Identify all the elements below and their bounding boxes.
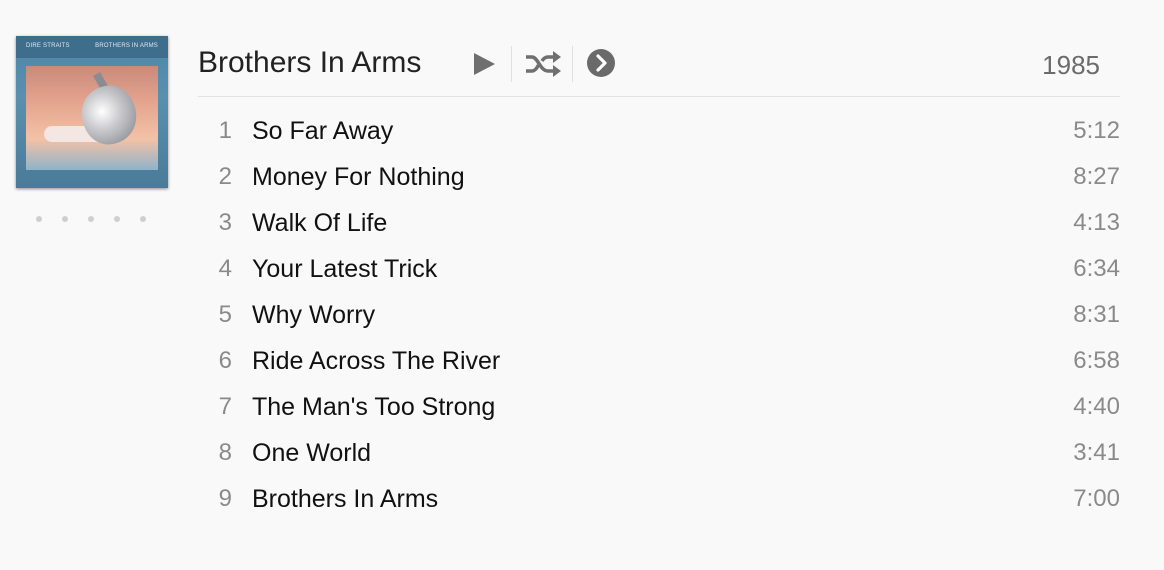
separator — [511, 46, 512, 82]
track-title: Your Latest Trick — [252, 255, 438, 283]
track-title: Walk Of Life — [252, 209, 388, 237]
track-title: One World — [252, 439, 372, 467]
track-row[interactable]: 9 Brothers In Arms 7:00 — [198, 478, 1120, 524]
rating-stars[interactable] — [36, 216, 146, 222]
track-row[interactable]: 3 Walk Of Life 4:13 — [198, 202, 1120, 248]
track-duration: 4:13 — [1073, 209, 1120, 236]
track-row[interactable]: 1 So Far Away 5:12 — [198, 110, 1120, 156]
track-row[interactable]: 7 The Man's Too Strong 4:40 — [198, 386, 1120, 432]
rating-star-2[interactable] — [62, 216, 68, 222]
track-row[interactable]: 6 Ride Across The River 6:58 — [198, 340, 1120, 386]
track-duration: 7:00 — [1073, 485, 1120, 512]
track-duration: 6:58 — [1073, 347, 1120, 374]
play-icon — [474, 53, 495, 75]
album-year: 1985 — [1042, 50, 1100, 80]
rating-star-3[interactable] — [88, 216, 94, 222]
track-number: 2 — [218, 163, 232, 190]
track-number: 4 — [218, 255, 232, 282]
shuffle-icon — [526, 51, 561, 77]
separator — [572, 46, 573, 82]
track-title: So Far Away — [252, 117, 394, 145]
rating-star-4[interactable] — [114, 216, 120, 222]
album-header: Brothers In Arms 1985 — [198, 36, 1120, 97]
track-number: 9 — [218, 485, 232, 512]
track-duration: 6:34 — [1073, 255, 1120, 282]
cover-artist-text: DIRE STRAITS — [26, 43, 70, 49]
chevron-right-circle-icon — [587, 49, 615, 77]
album-cover-image[interactable]: DIRE STRAITS BROTHERS IN ARMS — [16, 36, 168, 188]
track-row[interactable]: 8 One World 3:41 — [198, 432, 1120, 478]
track-duration: 8:31 — [1073, 301, 1120, 328]
track-duration: 4:40 — [1073, 393, 1120, 420]
album-title: Brothers In Arms — [198, 46, 422, 79]
play-button[interactable] — [470, 50, 498, 78]
cover-title-text: BROTHERS IN ARMS — [95, 43, 158, 49]
track-title: Money For Nothing — [252, 163, 465, 191]
track-title: Why Worry — [252, 301, 376, 329]
track-list: 1 So Far Away 5:12 2 Money For Nothing 8… — [198, 110, 1120, 524]
track-number: 3 — [218, 209, 232, 236]
track-row[interactable]: 5 Why Worry 8:31 — [198, 294, 1120, 340]
track-row[interactable]: 2 Money For Nothing 8:27 — [198, 156, 1120, 202]
track-title: Brothers In Arms — [252, 485, 439, 513]
track-number: 8 — [218, 439, 232, 466]
track-number: 6 — [218, 347, 232, 374]
track-number: 5 — [218, 301, 232, 328]
track-row[interactable]: 4 Your Latest Trick 6:34 — [198, 248, 1120, 294]
track-title: Ride Across The River — [252, 347, 501, 375]
rating-star-1[interactable] — [36, 216, 42, 222]
track-title: The Man's Too Strong — [252, 393, 496, 421]
track-number: 7 — [218, 393, 232, 420]
track-duration: 5:12 — [1073, 117, 1120, 144]
track-duration: 8:27 — [1073, 163, 1120, 190]
track-duration: 3:41 — [1073, 439, 1120, 466]
shuffle-button[interactable] — [524, 48, 562, 80]
more-button[interactable] — [586, 48, 616, 78]
rating-star-5[interactable] — [140, 216, 146, 222]
track-number: 1 — [218, 117, 232, 144]
